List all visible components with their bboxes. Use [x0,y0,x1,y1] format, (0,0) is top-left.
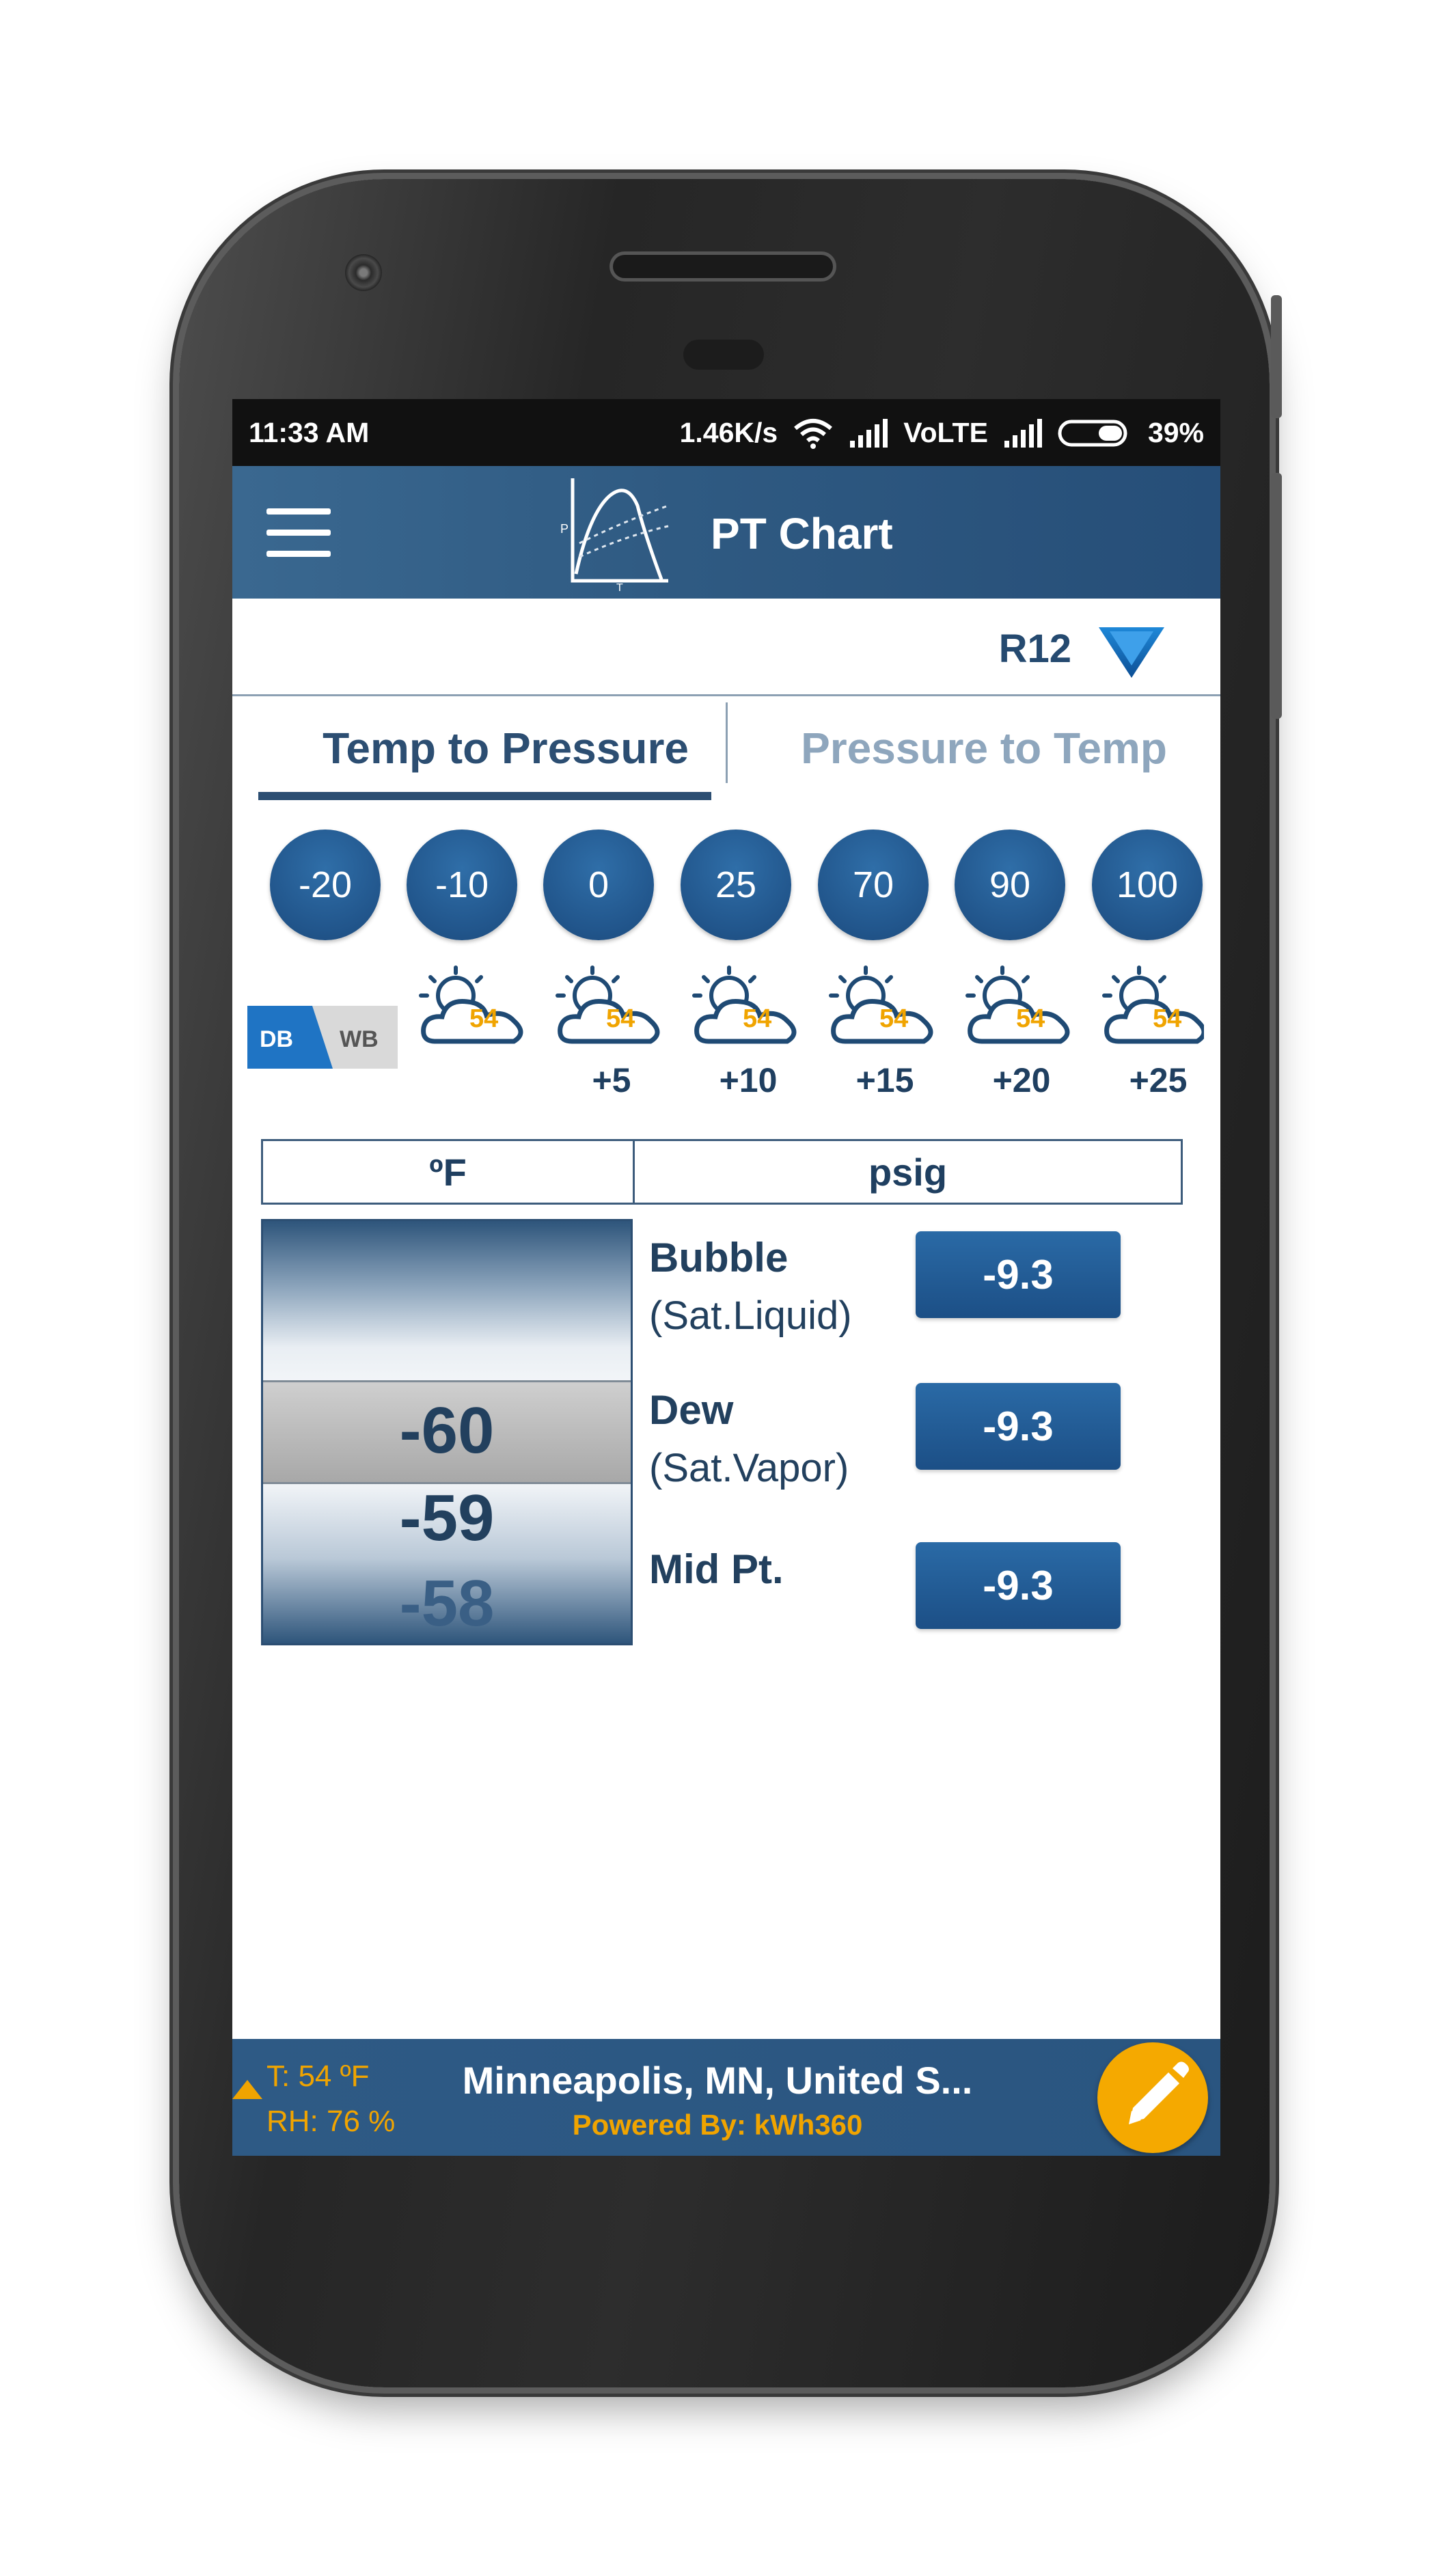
quick-temp-button[interactable]: 90 [955,830,1065,940]
offset-label: +25 [1129,1061,1188,1099]
offset-label: +5 [592,1061,631,1099]
temp-trend-icon [232,2080,262,2099]
pencil-icon [1129,2061,1189,2124]
pt-chart-logo-icon: P T [560,478,669,591]
weather-offset-button[interactable]: 54 [828,965,941,1050]
bubble-value: -9.3 [916,1231,1121,1318]
footer-location[interactable]: Minneapolis, MN, United S... [437,2058,998,2102]
offset-label: +10 [719,1061,778,1099]
temp-unit-header: ºF [261,1139,635,1205]
logo-axis-t: T [616,582,623,591]
picker-after-value[interactable]: -58 [263,1566,631,1641]
bubble-label: Bubble [649,1235,789,1280]
pressure-unit-header: psig [633,1139,1183,1205]
temperature-picker[interactable]: -60 -59 -58 [261,1219,633,1645]
wifi-icon [794,418,833,449]
weather-offset-button[interactable]: 54 [555,965,668,1050]
midpoint-value: -9.3 [916,1542,1121,1629]
weather-temp: 54 [879,1004,909,1033]
logo-axis-p: P [560,522,569,536]
status-time: 11:33 AM [249,417,370,448]
picker-selected-value[interactable]: -60 [263,1393,631,1468]
carrier-label: VoLTE [903,417,988,448]
active-tab-indicator [258,792,711,800]
footer-powered-by[interactable]: Powered By: kWh360 [437,2109,998,2141]
dew-value: -9.3 [916,1383,1121,1470]
weather-temp: 54 [469,1004,499,1033]
footer-temperature: T: 54 ºF [266,2059,370,2093]
refrigerant-label[interactable]: R12 [999,626,1071,672]
tab-pressure-to-temp[interactable]: Pressure to Temp [779,723,1189,773]
mode-tabs: Temp to Pressure Pressure to Temp [232,696,1220,805]
app-screen: 11:33 AM 1.46K/s VoLTE 39% P T PT Chart … [232,399,1220,2156]
wb-label: WB [340,1026,379,1052]
signal-icon-2 [1004,418,1042,448]
front-camera [345,254,382,291]
proximity-sensor [683,340,764,370]
signal-icon [850,418,888,448]
quick-temp-button[interactable]: -10 [407,830,517,940]
quick-temp-button[interactable]: 0 [543,830,654,940]
volume-button [1271,473,1282,719]
weather-temp: 54 [743,1004,772,1033]
footer-humidity: RH: 76 % [266,2105,396,2138]
midpoint-label: Mid Pt. [649,1546,784,1592]
quick-temp-button[interactable]: 70 [818,830,929,940]
weather-offset-button[interactable]: 54 [418,965,531,1050]
quick-temp-button[interactable]: 25 [681,830,791,940]
db-wb-toggle[interactable]: DB WB [247,1006,398,1069]
battery-icon [1058,420,1127,446]
weather-offset-button[interactable]: 54 [1101,965,1204,1050]
edit-location-button[interactable] [1097,2042,1208,2153]
offset-label: +20 [992,1061,1051,1099]
earpiece-speaker [613,255,833,278]
picker-next-value[interactable]: -59 [263,1481,631,1556]
tab-divider [726,702,728,783]
weather-offset-button[interactable]: 54 [965,965,1078,1050]
quick-temp-button[interactable]: 100 [1092,830,1203,940]
menu-button[interactable] [266,508,331,557]
app-title: PT Chart [711,509,893,558]
dew-label: Dew [649,1387,734,1433]
offset-label: +15 [855,1061,914,1099]
status-icons: 1.46K/s VoLTE 39% [680,417,1204,449]
network-speed: 1.46K/s [679,417,778,448]
dew-sublabel: (Sat.Vapor) [649,1446,849,1490]
refrigerant-selector[interactable]: R12 [232,599,1220,696]
tab-temp-to-pressure[interactable]: Temp to Pressure [301,723,711,773]
weather-temp: 54 [1153,1004,1182,1033]
app-bar: P T PT Chart [232,466,1220,599]
weather-footer: T: 54 ºF RH: 76 % Minneapolis, MN, Unite… [232,2039,1220,2156]
db-label: DB [260,1026,293,1052]
weather-offset-button[interactable]: 54 [691,965,804,1050]
weather-temp: 54 [1016,1004,1045,1033]
dropdown-triangle-icon[interactable] [1097,626,1166,679]
bubble-sublabel: (Sat.Liquid) [649,1293,852,1338]
quick-temp-row: -20 -10 0 25 70 90 100 [232,830,1220,946]
weather-temp: 54 [606,1004,635,1033]
quick-temp-button[interactable]: -20 [270,830,381,940]
status-bar: 11:33 AM 1.46K/s VoLTE 39% [232,399,1220,466]
power-button [1271,295,1282,418]
battery-level: 39% [1147,417,1204,448]
